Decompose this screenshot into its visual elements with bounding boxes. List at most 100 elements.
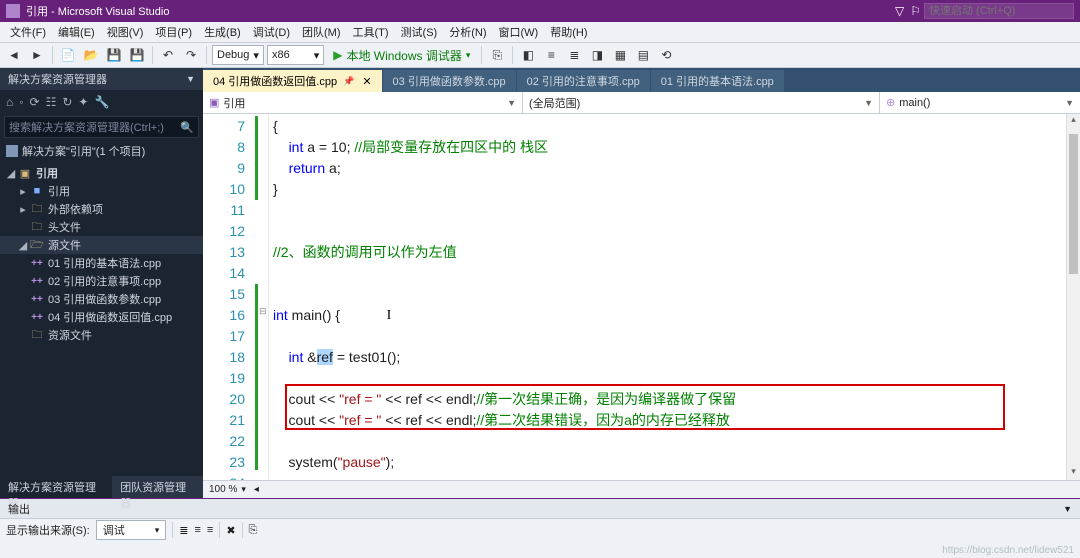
search-input[interactable]: 搜索解决方案资源管理器(Ctrl+;)🔍 — [4, 116, 199, 138]
solution-explorer: 解决方案资源管理器▼ ⌂ ◦ ⟳ ☷ ↻ ✦ 🔧 搜索解决方案资源管理器(Ctr… — [0, 68, 203, 498]
config-combo[interactable]: Debug▾ — [212, 45, 264, 65]
output-dropdown-icon[interactable]: ▼ — [1063, 504, 1072, 514]
nav-project[interactable]: ▣引用▼ — [203, 92, 523, 113]
resources-node[interactable]: 🗀资源文件 — [0, 326, 203, 344]
tb-icon-3[interactable]: ≡ — [541, 45, 561, 65]
output-title: 输出 ▼ — [0, 499, 1080, 519]
show-icon[interactable]: ☷ — [46, 95, 57, 109]
zoom-bar: 100 % ▾ ◂ — [203, 480, 1080, 498]
search-icon: 🔍 — [180, 121, 194, 134]
props-icon[interactable]: ✦ — [78, 95, 88, 109]
tb-icon-1[interactable]: ⎘ — [487, 45, 507, 65]
menu-project[interactable]: 项目(P) — [149, 24, 198, 40]
home-icon[interactable]: ⌂ — [6, 95, 13, 109]
panel-title: 解决方案资源管理器▼ — [0, 68, 203, 90]
quick-launch-input[interactable] — [924, 3, 1074, 19]
new-file-icon[interactable]: 📄 — [58, 45, 78, 65]
tab-solution-explorer[interactable]: 解决方案资源管理器 — [0, 476, 112, 498]
out-icon-2[interactable]: ≡ — [194, 524, 200, 536]
tb-icon-4[interactable]: ≣ — [564, 45, 584, 65]
undo-icon[interactable]: ↶ — [158, 45, 178, 65]
tab-team-explorer[interactable]: 团队资源管理器 — [112, 476, 203, 498]
external-deps-node[interactable]: ▸🗀外部依赖项 — [0, 200, 203, 218]
menu-team[interactable]: 团队(M) — [296, 24, 347, 40]
flag-icon[interactable]: ⚐ — [910, 4, 921, 18]
zoom-handle-icon[interactable]: ◂ — [254, 484, 259, 495]
nav-fwd-icon[interactable]: ► — [27, 45, 47, 65]
output-src-label: 显示输出来源(S): — [6, 522, 90, 538]
menu-window[interactable]: 窗口(W) — [493, 24, 545, 40]
run-button[interactable]: ▶本地 Windows 调试器▾ — [327, 45, 476, 65]
watermark: https://blog.csdn.net/lidew521 — [942, 545, 1074, 556]
menu-build[interactable]: 生成(B) — [198, 24, 247, 40]
out-icon-4[interactable]: ✖ — [226, 524, 235, 537]
menu-analyze[interactable]: 分析(N) — [443, 24, 492, 40]
menu-tools[interactable]: 工具(T) — [347, 24, 395, 40]
sync-icon[interactable]: ⟳ — [30, 95, 40, 109]
close-icon[interactable]: ✕ — [362, 75, 371, 88]
menu-file[interactable]: 文件(F) — [4, 24, 52, 40]
panel-tabs: 解决方案资源管理器 团队资源管理器 — [0, 476, 203, 498]
scroll-up-icon[interactable]: ▴ — [1067, 114, 1080, 128]
out-icon-1[interactable]: ≣ — [179, 524, 188, 537]
menu-edit[interactable]: 编辑(E) — [52, 24, 101, 40]
code-navbar: ▣引用▼ (全局范围)▼ ⊕main()▼ — [203, 92, 1080, 114]
headers-node[interactable]: 🗀头文件 — [0, 218, 203, 236]
file-item[interactable]: ++01 引用的基本语法.cpp — [0, 254, 203, 272]
nav-scope[interactable]: (全局范围)▼ — [523, 92, 880, 113]
out-icon-5[interactable]: ⎘ — [249, 524, 258, 537]
scroll-down-icon[interactable]: ▾ — [1067, 466, 1080, 480]
output-src-combo[interactable]: 调试▾ — [96, 520, 167, 540]
save-all-icon[interactable]: 💾 — [127, 45, 147, 65]
refresh-icon[interactable]: ↻ — [62, 95, 72, 109]
panel-toolbar: ⌂ ◦ ⟳ ☷ ↻ ✦ 🔧 — [0, 90, 203, 114]
references-node[interactable]: ▸■引用 — [0, 182, 203, 200]
editor-tabs: 04 引用做函数返回值.cpp📌✕ 03 引用做函数参数.cpp 02 引用的注… — [203, 68, 1080, 92]
file-item[interactable]: ++03 引用做函数参数.cpp — [0, 290, 203, 308]
menu-debug[interactable]: 调试(D) — [247, 24, 296, 40]
fold-icon[interactable]: ⊟ — [259, 306, 267, 317]
save-icon[interactable]: 💾 — [104, 45, 124, 65]
zoom-level[interactable]: 100 % — [209, 484, 237, 495]
toolbar: ◄ ► 📄 📂 💾 💾 ↶ ↷ Debug▾ x86▾ ▶本地 Windows … — [0, 42, 1080, 68]
file-item[interactable]: ++02 引用的注意事项.cpp — [0, 272, 203, 290]
tb-icon-2[interactable]: ◧ — [518, 45, 538, 65]
tb-icon-7[interactable]: ▤ — [633, 45, 653, 65]
output-toolbar: 显示输出来源(S): 调试▾ ≣ ≡ ≡ ✖ ⎘ — [0, 519, 1080, 541]
window-title: 引用 - Microsoft Visual Studio — [26, 3, 169, 19]
sources-node[interactable]: ◢🗁源文件 — [0, 236, 203, 254]
tab[interactable]: 02 引用的注意事项.cpp — [517, 70, 650, 92]
zoom-dropdown-icon[interactable]: ▾ — [241, 484, 246, 495]
file-item[interactable]: ++04 引用做函数返回值.cpp — [0, 308, 203, 326]
open-file-icon[interactable]: 📂 — [81, 45, 101, 65]
panel-dropdown-icon[interactable]: ▼ — [186, 74, 195, 84]
solution-node[interactable]: 解决方案"引用"(1 个项目) — [0, 140, 203, 162]
tb-icon-6[interactable]: ▦ — [610, 45, 630, 65]
project-node[interactable]: ◢▣引用 — [0, 164, 203, 182]
tb-icon-8[interactable]: ⟲ — [656, 45, 676, 65]
pin-icon[interactable]: 📌 — [343, 76, 354, 87]
tab-active[interactable]: 04 引用做函数返回值.cpp📌✕ — [203, 70, 382, 92]
code-text[interactable]: { int a = 10; //局部变量存放在四区中的 栈区 return a;… — [269, 114, 1080, 480]
tb-icon-5[interactable]: ◨ — [587, 45, 607, 65]
collapse-icon[interactable]: ◦ — [19, 95, 23, 109]
line-gutter: 789101112131415161718192021222324 — [203, 114, 253, 480]
menu-test[interactable]: 测试(S) — [395, 24, 444, 40]
nav-back-icon[interactable]: ◄ — [4, 45, 24, 65]
notify-icon[interactable]: ▽ — [895, 4, 904, 18]
menu-view[interactable]: 视图(V) — [101, 24, 150, 40]
vertical-scrollbar[interactable]: ▴ ▾ — [1066, 114, 1080, 480]
tab[interactable]: 03 引用做函数参数.cpp — [383, 70, 516, 92]
tool-icon[interactable]: 🔧 — [94, 95, 109, 109]
menu-help[interactable]: 帮助(H) — [544, 24, 593, 40]
platform-combo[interactable]: x86▾ — [267, 45, 324, 65]
code-area[interactable]: 789101112131415161718192021222324 ⊟ { in… — [203, 114, 1080, 480]
scroll-thumb[interactable] — [1069, 134, 1078, 274]
nav-function[interactable]: ⊕main()▼ — [880, 92, 1080, 113]
out-icon-3[interactable]: ≡ — [207, 524, 213, 536]
editor: 04 引用做函数返回值.cpp📌✕ 03 引用做函数参数.cpp 02 引用的注… — [203, 68, 1080, 498]
tab[interactable]: 01 引用的基本语法.cpp — [651, 70, 784, 92]
titlebar: 引用 - Microsoft Visual Studio ▽ ⚐ — [0, 0, 1080, 22]
vs-logo-icon — [6, 4, 20, 18]
redo-icon[interactable]: ↷ — [181, 45, 201, 65]
